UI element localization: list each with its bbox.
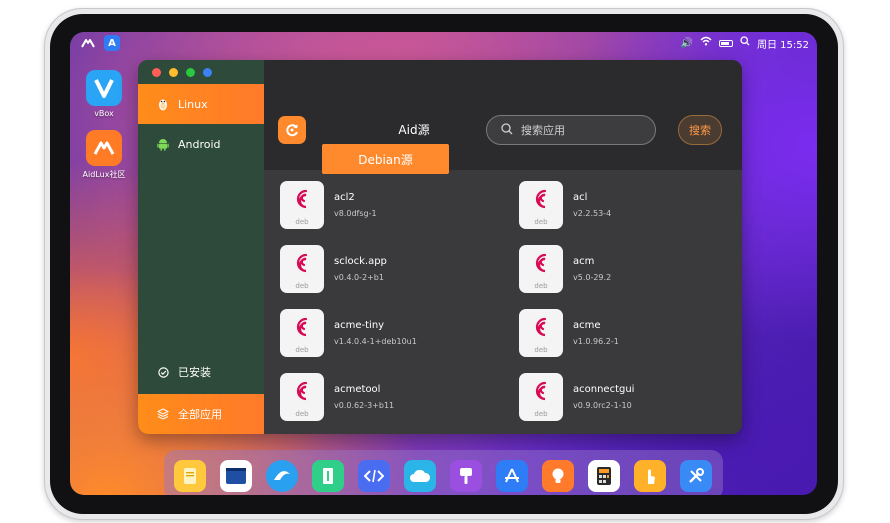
sound-icon[interactable]: 🔊 [681, 37, 693, 51]
package-name: acme-tiny [334, 320, 385, 331]
close-button[interactable] [152, 68, 161, 77]
refresh-source-icon[interactable] [278, 116, 306, 144]
tab-aid-source[interactable]: Aid源 [352, 118, 476, 140]
package-item[interactable]: deb acme-tiny v1.4.0.4-1+deb10u1 [280, 306, 480, 360]
package-badge: deb [295, 346, 309, 354]
settings-tools-icon[interactable] [680, 460, 712, 492]
sidebar-item-label: Linux [178, 97, 208, 111]
browser-icon[interactable] [266, 460, 298, 492]
sidebar-item-all-apps[interactable]: 全部应用 [138, 394, 264, 434]
debian-package-icon: deb [280, 373, 324, 421]
package-item[interactable]: deb aconnectgui v0.9.0rc2-1-10 [519, 370, 719, 424]
package-name: sclock.app [334, 256, 387, 267]
app-store-window: Linux Android 已安装 全部应用 Aid源 Debian源 搜索应用… [138, 60, 742, 434]
maximize-button[interactable] [186, 68, 195, 77]
terminal-icon[interactable] [220, 460, 252, 492]
source-header: Aid源 Debian源 搜索 [264, 60, 742, 174]
package-name: acmetool [334, 384, 381, 395]
wifi-icon[interactable] [700, 36, 712, 51]
tab-debian-source[interactable]: Debian源 [322, 144, 449, 174]
window-titlebar [138, 60, 264, 82]
sidebar-item-label: 全部应用 [178, 408, 222, 421]
installed-icon [156, 365, 170, 379]
package-name: acme [573, 320, 601, 331]
package-name: acl2 [334, 192, 355, 203]
linux-tux-icon [156, 97, 170, 111]
vbox-icon [86, 70, 122, 106]
package-badge: deb [534, 282, 548, 290]
desktop-icon-vbox[interactable]: vBox [72, 70, 136, 118]
debian-package-icon: deb [519, 309, 563, 357]
package-item[interactable]: deb acmetool v0.0.62-3+b11 [280, 370, 480, 424]
code-editor-icon[interactable] [358, 460, 390, 492]
desktop-icon-aidlux-community[interactable]: AidLux社区 [72, 130, 136, 180]
app-store-icon[interactable]: A [104, 35, 120, 51]
package-name: aconnectgui [573, 384, 635, 395]
main-panel: Aid源 Debian源 搜索 deb [264, 60, 742, 434]
paint-icon[interactable] [450, 460, 482, 492]
package-badge: deb [295, 218, 309, 226]
calculator-icon[interactable] [588, 460, 620, 492]
minimize-button[interactable] [169, 68, 178, 77]
desktop-icon-label: vBox [94, 109, 114, 118]
touch-icon[interactable] [634, 460, 666, 492]
sidebar-item-installed[interactable]: 已安装 [138, 352, 264, 392]
package-version: v0.0.62-3+b11 [334, 401, 395, 410]
sidebar: Linux Android 已安装 全部应用 [138, 60, 264, 434]
package-version: v2.2.53-4 [573, 209, 612, 218]
search-box [486, 115, 656, 145]
debian-package-icon: deb [280, 245, 324, 293]
sidebar-item-android[interactable]: Android [138, 124, 264, 164]
desktop-icon-label: AidLux社区 [82, 170, 126, 179]
package-name: acl [573, 192, 588, 203]
file-manager-icon[interactable] [312, 460, 344, 492]
package-item[interactable]: deb sclock.app v0.4.0-2+b1 [280, 242, 480, 296]
package-item[interactable]: deb acme v1.0.96.2-1 [519, 306, 719, 360]
clock-text[interactable]: 周日 15:52 [757, 36, 809, 51]
search-button[interactable]: 搜索 [678, 115, 722, 145]
package-name: acm [573, 256, 595, 267]
package-badge: deb [534, 410, 548, 418]
package-version: v1.0.96.2-1 [573, 337, 619, 346]
desktop-screen: A 🔊 周日 15:52 vBox AidLux社区 Linux Android… [70, 32, 817, 495]
debian-package-icon: deb [519, 373, 563, 421]
app-store-icon[interactable] [496, 460, 528, 492]
sidebar-item-label: Android [178, 137, 221, 151]
package-badge: deb [534, 346, 548, 354]
package-version: v8.0dfsg-1 [334, 209, 377, 218]
dock [164, 450, 723, 495]
package-version: v0.9.0rc2-1-10 [573, 401, 632, 410]
aidlux-community-icon [86, 130, 122, 166]
debian-package-icon: deb [519, 245, 563, 293]
debian-package-icon: deb [280, 309, 324, 357]
files-icon[interactable] [174, 460, 206, 492]
debian-package-icon: deb [280, 181, 324, 229]
search-icon[interactable] [740, 36, 750, 51]
sidebar-item-linux[interactable]: Linux [138, 84, 264, 124]
package-badge: deb [295, 282, 309, 290]
all-apps-icon [156, 407, 170, 421]
tips-icon[interactable] [542, 460, 574, 492]
extra-window-button[interactable] [203, 68, 212, 77]
package-badge: deb [534, 218, 548, 226]
cloud-icon[interactable] [404, 460, 436, 492]
sidebar-item-label: 已安装 [178, 366, 211, 379]
package-badge: deb [295, 410, 309, 418]
package-version: v0.4.0-2+b1 [334, 273, 384, 282]
package-item[interactable]: deb acl2 v8.0dfsg-1 [280, 178, 480, 232]
search-input[interactable] [521, 123, 631, 137]
package-list: deb acl2 v8.0dfsg-1 deb acl v2.2.53-4 de… [264, 178, 742, 434]
aidlux-logo-icon[interactable] [80, 35, 96, 51]
battery-icon[interactable] [719, 40, 733, 47]
menu-bar: A 🔊 周日 15:52 [70, 32, 817, 54]
android-icon [156, 137, 170, 151]
search-icon [501, 122, 513, 138]
package-item[interactable]: deb acl v2.2.53-4 [519, 178, 719, 232]
package-version: v5.0-29.2 [573, 273, 612, 282]
debian-package-icon: deb [519, 181, 563, 229]
package-version: v1.4.0.4-1+deb10u1 [334, 337, 417, 346]
package-item[interactable]: deb acm v5.0-29.2 [519, 242, 719, 296]
